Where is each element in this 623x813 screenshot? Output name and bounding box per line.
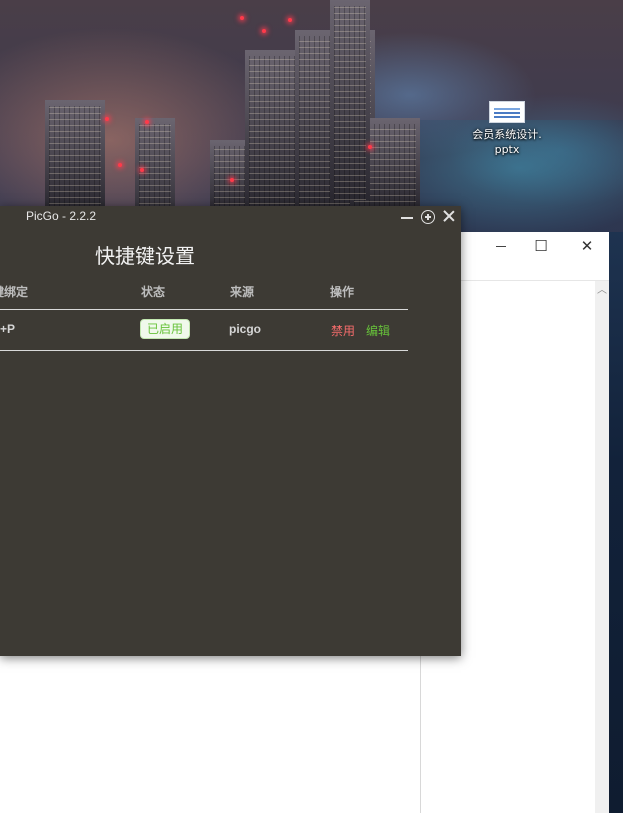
background-scrollbar[interactable]: [595, 281, 609, 813]
wallpaper-building: [45, 100, 105, 210]
wallpaper-light: [145, 120, 149, 124]
wallpaper-light: [368, 145, 372, 149]
wallpaper-light: [288, 18, 292, 22]
column-header-actions: 操作: [330, 285, 355, 299]
close-icon[interactable]: [442, 209, 456, 223]
desktop-file-icon[interactable]: 会员系统设计.pptx: [470, 98, 544, 157]
table-header-divider: [0, 309, 408, 310]
pptx-file-icon: [489, 101, 525, 123]
column-header-binding: 键绑定: [0, 285, 29, 299]
table-row-divider: [0, 350, 408, 351]
wallpaper-right-strip: [609, 232, 623, 813]
window-title: PicGo - 2.2.2: [26, 209, 97, 223]
wallpaper-light: [240, 16, 244, 20]
scroll-up-arrow-icon[interactable]: ︿: [595, 284, 609, 298]
background-maximize-icon[interactable]: ☐: [533, 238, 549, 254]
background-close-icon[interactable]: ✕: [579, 238, 595, 254]
background-minimize-icon[interactable]: [496, 246, 506, 247]
wallpaper-light: [230, 178, 234, 182]
page-title: 快捷键设置: [95, 244, 195, 268]
wallpaper-light: [105, 117, 109, 121]
wallpaper-light: [118, 163, 122, 167]
source-cell: picgo: [229, 322, 261, 336]
plus-circle-icon[interactable]: [421, 210, 435, 224]
minimize-icon[interactable]: [401, 217, 413, 219]
column-header-status: 状态: [141, 285, 166, 299]
wallpaper-building: [330, 0, 370, 200]
picgo-window[interactable]: PicGo - 2.2.2 快捷键设置 键绑定 状态 来源 操作 +P 已启用 …: [0, 206, 461, 656]
edit-button[interactable]: 编辑: [366, 322, 390, 339]
wallpaper-light: [262, 29, 266, 33]
binding-cell: +P: [0, 322, 16, 336]
column-header-source: 来源: [230, 285, 255, 299]
desktop-file-label: 会员系统设计.pptx: [472, 128, 542, 156]
disable-button[interactable]: 禁用: [331, 322, 355, 339]
status-badge: 已启用: [140, 319, 191, 339]
background-window-body: [0, 656, 420, 813]
wallpaper-light: [140, 168, 144, 172]
